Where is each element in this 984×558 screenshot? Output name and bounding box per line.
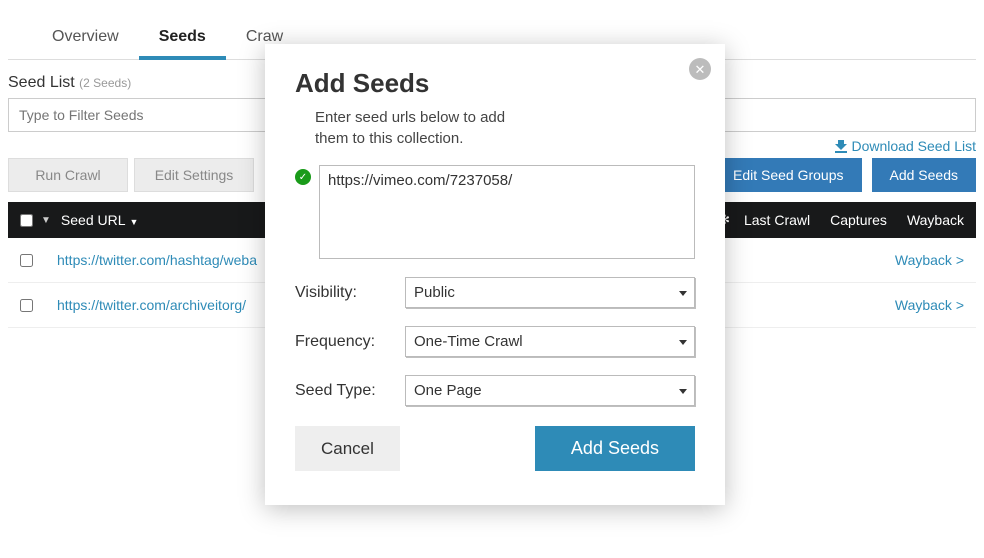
add-seeds-button[interactable]: Add Seeds [872, 158, 977, 192]
frequency-label: Frequency: [295, 333, 405, 351]
modal-title: Add Seeds [295, 68, 695, 99]
wayback-link[interactable]: Wayback > [895, 297, 964, 313]
seed-urls-textarea[interactable] [319, 165, 695, 259]
visibility-select[interactable]: Public [405, 277, 695, 308]
col-seed-url[interactable]: Seed URL▼ [61, 212, 139, 228]
visibility-label: Visibility: [295, 284, 405, 302]
wayback-link[interactable]: Wayback > [895, 252, 964, 268]
tab-seeds[interactable]: Seeds [139, 28, 226, 60]
add-seeds-modal: Add Seeds Enter seed urls below to add t… [265, 44, 725, 505]
col-wayback[interactable]: Wayback [907, 212, 964, 228]
col-last-crawl[interactable]: Last Crawl [744, 212, 810, 228]
select-all-checkbox[interactable] [20, 214, 33, 227]
seed-list-count: (2 Seeds) [79, 76, 131, 90]
download-icon [835, 140, 847, 152]
edit-settings-button[interactable]: Edit Settings [134, 158, 254, 192]
seed-list-title: Seed List [8, 74, 75, 91]
col-captures[interactable]: Captures [830, 212, 887, 228]
valid-icon: ✓ [295, 169, 311, 185]
run-crawl-button[interactable]: Run Crawl [8, 158, 128, 192]
select-dropdown-icon[interactable]: ▼ [41, 215, 51, 226]
modal-subtitle: Enter seed urls below to add them to thi… [315, 107, 525, 149]
sort-icon: ▼ [130, 217, 139, 227]
download-seed-list-label: Download Seed List [851, 138, 976, 154]
tab-overview[interactable]: Overview [32, 28, 139, 59]
edit-seed-groups-button[interactable]: Edit Seed Groups [715, 158, 862, 192]
add-seeds-submit-button[interactable]: Add Seeds [535, 426, 695, 471]
row-checkbox[interactable] [20, 254, 33, 267]
close-icon[interactable] [689, 58, 711, 80]
seed-type-label: Seed Type: [295, 382, 405, 400]
seed-type-select[interactable]: One Page [405, 375, 695, 406]
download-seed-list-link[interactable]: Download Seed List [835, 138, 976, 154]
cancel-button[interactable]: Cancel [295, 426, 400, 471]
frequency-select[interactable]: One-Time Crawl [405, 326, 695, 357]
seed-url-link[interactable]: https://twitter.com/archiveitorg/ [57, 297, 246, 313]
seed-url-link[interactable]: https://twitter.com/hashtag/weba [57, 252, 257, 268]
row-checkbox[interactable] [20, 299, 33, 312]
